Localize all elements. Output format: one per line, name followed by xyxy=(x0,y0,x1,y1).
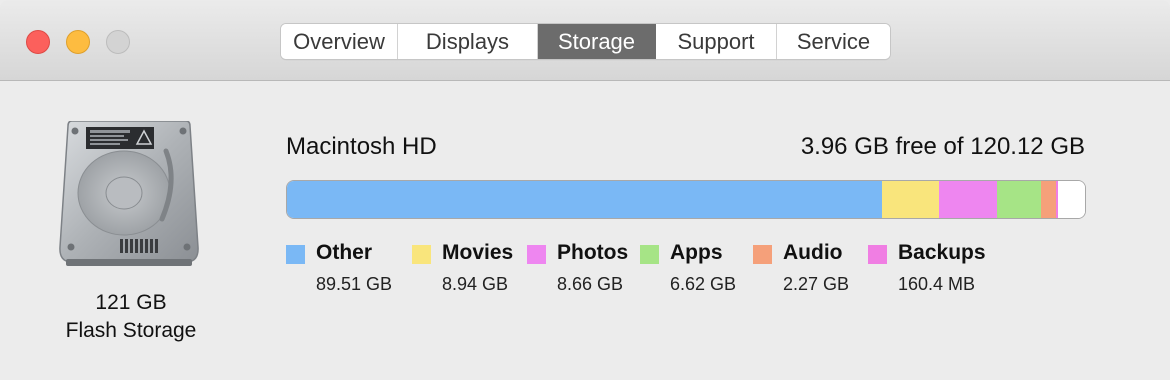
tab-displays[interactable]: Displays xyxy=(398,24,538,59)
bar-segment-free xyxy=(1057,181,1085,218)
legend-swatch-audio xyxy=(753,245,772,264)
legend-label-apps: Apps xyxy=(670,241,723,264)
tab-bar: Overview Displays Storage Support Servic… xyxy=(281,24,890,59)
legend-value-movies: 8.94 GB xyxy=(442,274,509,294)
legend-label-other: Other xyxy=(316,241,373,264)
bar-segment-movies xyxy=(881,181,940,218)
bar-segment-photos xyxy=(939,181,998,218)
legend-label-audio: Audio xyxy=(783,241,843,264)
tab-storage[interactable]: Storage xyxy=(538,24,656,59)
legend-swatch-other xyxy=(286,245,305,264)
tab-overview[interactable]: Overview xyxy=(281,24,398,59)
legend-swatch-backups xyxy=(868,245,887,264)
drive-type: Flash Storage xyxy=(65,319,197,342)
legend-swatch-apps xyxy=(640,245,659,264)
zoom-button[interactable] xyxy=(106,30,130,54)
legend-value-other: 89.51 GB xyxy=(316,274,393,294)
close-button[interactable] xyxy=(26,30,50,54)
hard-drive-icon xyxy=(59,121,199,266)
drive-caption: 121 GB Flash Storage xyxy=(30,289,232,345)
legend-value-apps: 6.62 GB xyxy=(670,274,737,294)
legend-label-photos: Photos xyxy=(557,241,629,264)
tab-support[interactable]: Support xyxy=(656,24,777,59)
tab-service[interactable]: Service xyxy=(777,24,890,59)
bar-segment-other xyxy=(287,181,882,218)
window-titlebar: Overview Displays Storage Support Servic… xyxy=(0,0,1170,81)
legend-swatch-movies xyxy=(412,245,431,264)
legend-label-movies: Movies xyxy=(442,241,514,264)
free-space-text: 3.96 GB free of 120.12 GB xyxy=(800,133,1085,160)
drive-capacity: 121 GB xyxy=(95,291,167,314)
legend-value-photos: 8.66 GB xyxy=(557,274,624,294)
legend-value-audio: 2.27 GB xyxy=(783,274,850,294)
legend-value-backups: 160.4 MB xyxy=(898,274,976,294)
storage-usage-bar xyxy=(286,180,1086,219)
legend-swatch-photos xyxy=(527,245,546,264)
minimize-button[interactable] xyxy=(66,30,90,54)
legend-label-backups: Backups xyxy=(898,241,986,264)
volume-name: Macintosh HD xyxy=(286,133,437,160)
bar-segment-apps xyxy=(997,181,1042,218)
storage-panel: 121 GB Flash Storage Macintosh HD 3.96 G… xyxy=(0,81,1170,380)
bar-segment-audio xyxy=(1041,181,1057,218)
